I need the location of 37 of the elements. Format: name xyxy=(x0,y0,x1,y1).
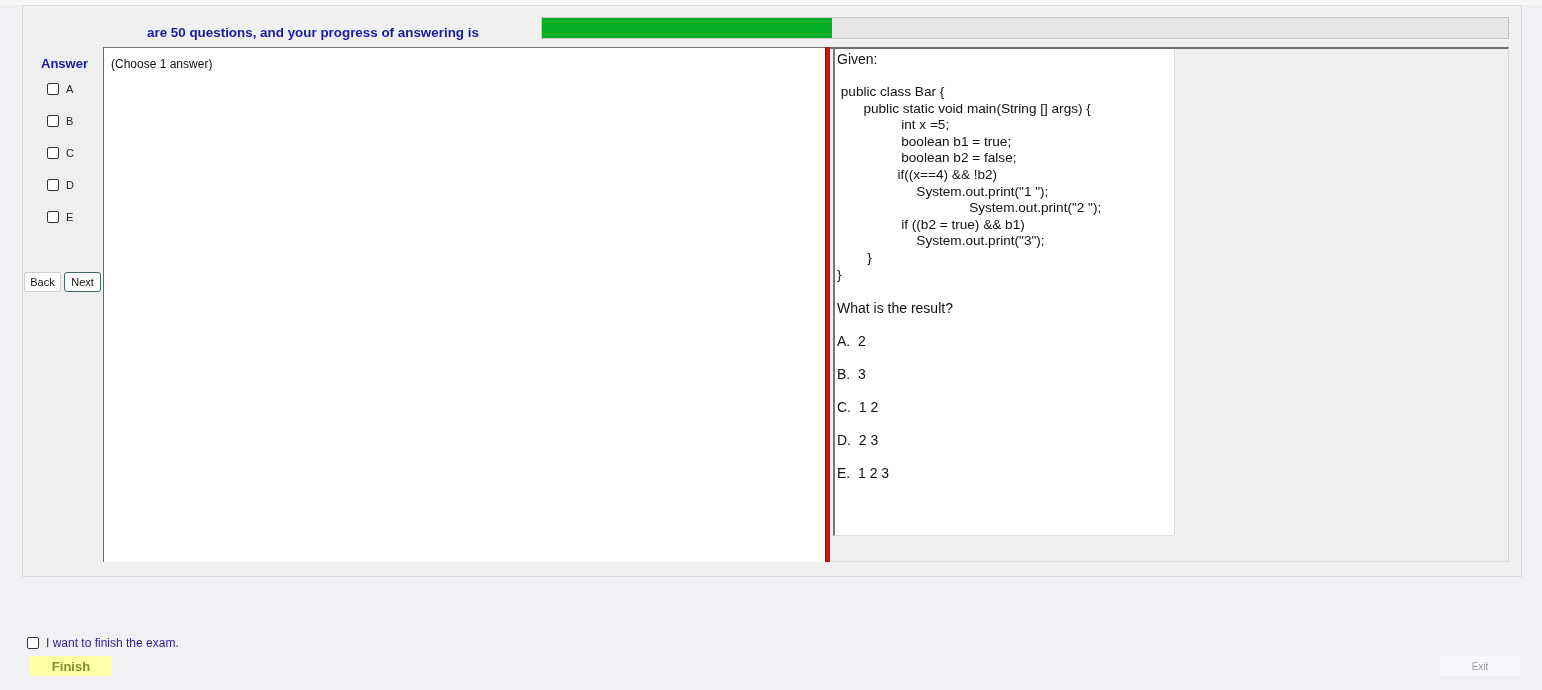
code-line: int x =5; xyxy=(900,117,951,134)
checkbox[interactable] xyxy=(47,179,59,191)
question-prompt: What is the result? xyxy=(837,300,954,318)
answer-choice: D. 2 3 xyxy=(837,432,880,450)
code-line: if ((b2 = true) && b1) xyxy=(900,216,1026,234)
code-line: boolean b1 = true; xyxy=(900,133,1013,151)
code-line: boolean b2 = false; xyxy=(900,150,1018,167)
code-line: } xyxy=(866,249,873,267)
checkbox[interactable] xyxy=(47,147,59,159)
checkbox-label: D xyxy=(66,179,74,191)
checkbox-label: E xyxy=(66,211,74,223)
checkbox-label: C xyxy=(66,147,74,159)
question-intro: Given: xyxy=(837,51,879,68)
code-line: public static void main(String [] args) { xyxy=(862,100,1092,118)
progress-caption: are 50 questions, and your progress of answering is xyxy=(147,24,480,40)
finish-button[interactable]: Finish xyxy=(30,656,112,676)
nav-button[interactable]: Next xyxy=(64,272,101,292)
checkbox[interactable] xyxy=(27,637,39,649)
answer-choice: C. 1 2 xyxy=(837,399,880,417)
code-line: System.out.print("3"); xyxy=(915,233,1046,250)
code-line: public class Bar { xyxy=(839,84,946,101)
checkbox-label: B xyxy=(66,115,74,127)
code-line: System.out.print("1 "); xyxy=(915,183,1050,201)
nav-button[interactable]: Back xyxy=(24,272,61,292)
instruction-text: (Choose 1 answer) xyxy=(111,57,213,71)
answer-choice: E. 1 2 3 xyxy=(837,465,891,483)
answer-choice: B. 3 xyxy=(837,366,867,384)
answer-heading: Answer xyxy=(41,56,88,71)
checkbox-label: I want to finish the exam. xyxy=(46,636,179,650)
checkbox[interactable] xyxy=(47,83,59,95)
checkbox[interactable] xyxy=(47,115,59,127)
checkbox[interactable] xyxy=(47,211,59,223)
code-line: if((x==4) && !b2) xyxy=(896,166,999,184)
answer-choice: A. 2 xyxy=(837,333,867,351)
code-line: } xyxy=(837,266,843,284)
code-line: System.out.print("2 "); xyxy=(968,200,1103,217)
checkbox-label: A xyxy=(66,83,74,95)
